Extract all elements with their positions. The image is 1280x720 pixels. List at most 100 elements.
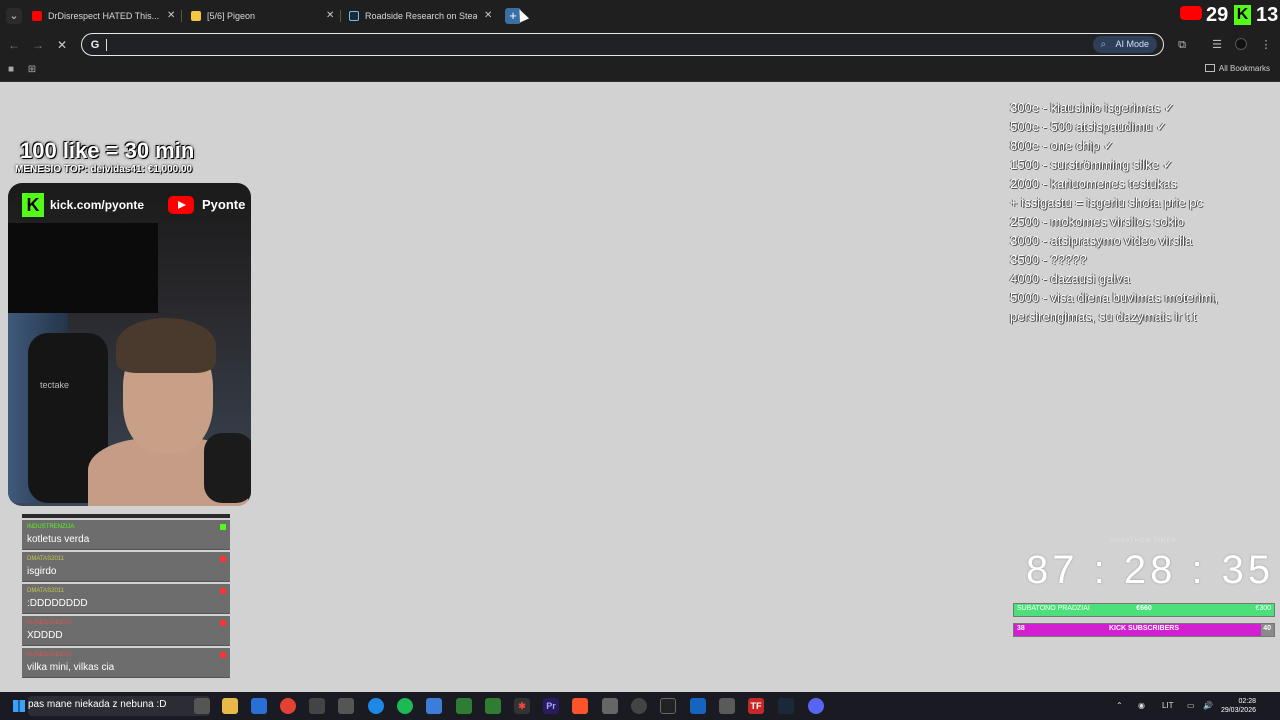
chat-username: DMATAS2011 (27, 588, 65, 594)
chat-overlay: INDUSTRENZIJA kotletus verda DMATAS2011 isg… (22, 514, 230, 678)
photos-icon[interactable] (426, 698, 442, 714)
goal-item: persirengimas, su dazymais ir t.t (1010, 309, 1197, 324)
chrome-icon[interactable] (280, 698, 296, 714)
language-indicator[interactable]: LIT (1162, 700, 1174, 712)
app-icon[interactable] (309, 698, 325, 714)
app-icon[interactable] (485, 698, 501, 714)
tab-roadside-research[interactable]: Roadside Research on Steam ✕ (349, 6, 494, 26)
close-tab-icon[interactable]: ✕ (167, 6, 175, 26)
chat-message: DMATAS2011 isgirdo (22, 552, 230, 582)
app-icon[interactable] (456, 698, 472, 714)
spotify-icon[interactable] (397, 698, 413, 714)
chat-message: DMATAS2011 :DDDDDDDD (22, 584, 230, 614)
all-bookmarks-label: All Bookmarks (1218, 64, 1270, 73)
folder-icon (1204, 64, 1215, 72)
kick-viewer-count: 13 (1256, 4, 1279, 26)
tab-separator (340, 10, 341, 22)
all-bookmarks-button[interactable]: All Bookmarks (1204, 63, 1270, 75)
microphone (204, 433, 251, 503)
goal-item: 500e - 500 atsispaudimu ✓ (1010, 119, 1167, 134)
network-icon[interactable]: ▭ (1187, 700, 1195, 712)
bar-current: €660 (1136, 605, 1152, 612)
platform-badge-icon (220, 524, 226, 530)
close-tab-icon[interactable]: ✕ (484, 6, 492, 26)
timer-label: SUBATHON TIMER (1110, 538, 1178, 544)
taskbar-search[interactable]: pas mane niekada z nebuna :D (28, 696, 210, 716)
tab-separator (181, 10, 182, 22)
goal-item: 3500 - ????? (1010, 252, 1087, 267)
back-arrow-icon[interactable]: ← (6, 37, 22, 53)
notepad-icon[interactable] (690, 698, 706, 714)
terminal-icon[interactable] (660, 698, 676, 714)
task-view-icon[interactable] (194, 698, 210, 714)
edge-icon[interactable] (368, 698, 384, 714)
tab-search-button[interactable]: ⌄ (6, 8, 22, 24)
apps-grid-icon[interactable]: ⊞ (26, 64, 38, 76)
ai-mode-button[interactable]: ⌕ AI Mode (1093, 36, 1157, 53)
kick-subscribers-bar: 38 KICK SUBSCRIBERS 40 (1013, 623, 1275, 637)
chat-text: :DDDDDDDD (27, 598, 88, 609)
tab-title: Roadside Research on Steam (365, 11, 477, 21)
google-icon: G (90, 39, 100, 51)
extensions-icon[interactable]: ⧉ (1175, 38, 1189, 52)
chat-username: KUNEGALEXAS (27, 652, 72, 658)
system-clock[interactable]: 02:28 29/03/2026 (1221, 697, 1256, 715)
menu-kebab-icon[interactable]: ⋮ (1259, 38, 1273, 52)
tab-title: [5/6] Pigeon (207, 11, 256, 21)
chat-message: KUNEGALEXAS vilka mini, vilkas cia (22, 648, 230, 678)
calendar-icon[interactable] (251, 698, 267, 714)
volume-icon[interactable]: 🔊 (1203, 700, 1213, 712)
forward-arrow-icon[interactable]: → (30, 37, 46, 53)
address-bar[interactable]: G ⌕ AI Mode (81, 33, 1164, 56)
youtube-logo-icon (1180, 6, 1202, 20)
tab-title: DrDisrespect HATED This... Now (48, 11, 160, 21)
close-tab-icon[interactable]: ✕ (326, 6, 334, 26)
app-icon[interactable]: TF (748, 698, 764, 714)
app-icon[interactable] (338, 698, 354, 714)
background-shelf (8, 223, 158, 313)
subathon-timer: 87 : 28 : 35 (1026, 548, 1275, 592)
windows-taskbar: pas mane niekada z nebuna :D ✱ Pr TF ⌃ ◉… (0, 692, 1280, 720)
chat-text: vilka mini, vilkas cia (27, 662, 115, 673)
goal-item: 800e - one chip ✓ (1010, 138, 1115, 153)
tab-drdisrespect[interactable]: DrDisrespect HATED This... Now ✕ (32, 6, 177, 26)
clock-date: 29/03/2026 (1220, 707, 1256, 714)
search-sparkle-icon: ⌕ (1100, 39, 1107, 50)
youtube-viewer-count: 29 (1206, 4, 1229, 26)
chat-username: KUNEGALEXAS (27, 620, 72, 626)
steam-favicon-icon (349, 11, 359, 21)
platform-badge-icon (220, 588, 226, 594)
platform-badge-icon (220, 652, 226, 658)
media-control-icon[interactable]: ☰ (1210, 38, 1224, 52)
chat-text: kotletus verda (27, 534, 90, 545)
discord-icon[interactable] (808, 698, 824, 714)
premiere-icon[interactable]: Pr (543, 698, 559, 714)
windows-start-icon[interactable] (13, 700, 25, 712)
goal-item: 1500 - surströmming silke ✓ (1010, 157, 1174, 172)
goal-item: 300e - kiausinio isgerimas ✓ (1010, 100, 1175, 115)
app-icon[interactable] (719, 698, 735, 714)
tray-app-icon[interactable]: ◉ (1138, 700, 1145, 712)
tray-expand-icon[interactable]: ⌃ (1116, 700, 1123, 712)
kick-url: kick.com/pyonte (50, 198, 145, 212)
file-explorer-icon[interactable] (222, 698, 238, 714)
stop-loading-icon[interactable]: ✕ (54, 37, 70, 53)
bar-label: KICK SUBSCRIBERS (1108, 625, 1179, 632)
ai-mode-label: AI Mode (1115, 39, 1149, 49)
chat-message: KUNEGALEXAS XDDDD (22, 616, 230, 646)
goal-item: + issigastu = isgeriu shota prie pc (1010, 195, 1203, 210)
search-text: pas mane niekada z nebuna :D (28, 699, 167, 710)
brave-icon[interactable] (572, 698, 588, 714)
app-icon[interactable] (602, 698, 618, 714)
pigeon-favicon-icon (191, 11, 201, 21)
goal-item: 2000 - kariuomenes testukas (1010, 176, 1177, 191)
obs-icon[interactable] (631, 698, 647, 714)
tab-pigeon[interactable]: [5/6] Pigeon ✕ (191, 6, 336, 26)
profile-avatar[interactable] (1235, 38, 1247, 50)
kick-logo-icon: K (1234, 5, 1251, 25)
bookmark-page-icon[interactable]: ■ (5, 64, 17, 76)
likes-goal-title: 100 like = 30 min (20, 138, 195, 163)
steam-icon[interactable] (778, 698, 794, 714)
app-icon[interactable]: ✱ (514, 698, 530, 714)
platform-badge-icon (220, 556, 226, 562)
